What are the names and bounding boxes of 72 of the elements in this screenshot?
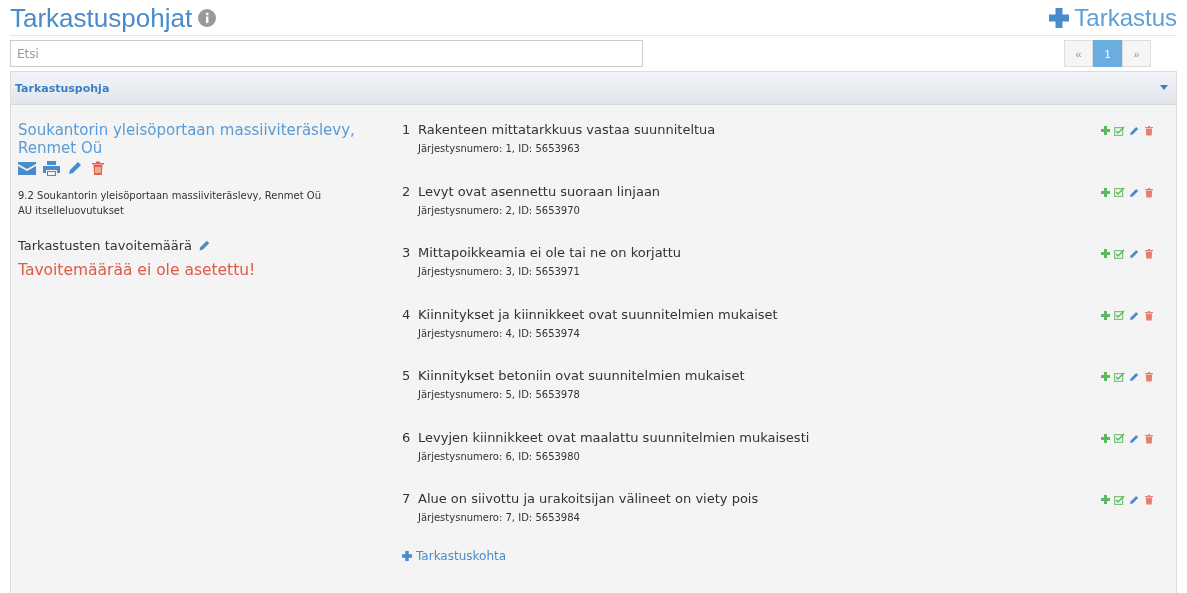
trash-icon[interactable] xyxy=(90,160,106,176)
item-title: Kiinnitykset ja kiinnikkeet ovat suunnitelmien mukaiset xyxy=(418,305,779,324)
checkbox-icon[interactable] xyxy=(1114,248,1125,259)
page-button[interactable]: 1 xyxy=(1093,40,1122,67)
add-item-link[interactable]: Tarkastuskohta xyxy=(402,548,507,563)
plus-icon[interactable] xyxy=(1101,495,1110,504)
panel-header[interactable]: Tarkastuspohja xyxy=(11,72,1176,105)
trash-icon[interactable] xyxy=(1144,248,1154,259)
item-meta: Järjestysnumero: 2, ID: 5653970 xyxy=(418,204,581,216)
pencil-icon[interactable] xyxy=(198,239,212,252)
item-number: 7 xyxy=(402,490,412,508)
plus-icon[interactable] xyxy=(1101,249,1110,258)
item-meta: Järjestysnumero: 4, ID: 5653974 xyxy=(418,327,581,339)
page-button[interactable]: » xyxy=(1122,40,1151,67)
item-title: Rakenteen mittatarkkuus vastaa suunniteltua xyxy=(418,121,717,139)
page-button[interactable]: « xyxy=(1064,40,1093,67)
plus-icon[interactable] xyxy=(1101,187,1110,197)
template-detail: 9.2 Soukantorin yleisöportaan massiiviteräslevy, Renmet Oü xyxy=(18,189,323,203)
item-number: 2 xyxy=(402,182,412,201)
add-inspection-button[interactable]: Tarkastus xyxy=(1049,3,1177,32)
checkbox-icon[interactable] xyxy=(1114,187,1125,197)
item-title: Kiinnitykset betoniin ovat suunnitelmien mukaiset xyxy=(418,367,746,385)
target-warning: Tavoitemäärää ei ole asetettu! xyxy=(18,261,257,279)
pencil-icon[interactable] xyxy=(67,160,83,176)
plus-icon xyxy=(402,550,412,561)
checkbox-icon[interactable] xyxy=(1114,125,1125,136)
caret-down-icon[interactable] xyxy=(1160,85,1168,91)
search-field[interactable]: Etsi xyxy=(10,40,643,67)
page-title: Tarkastuspohjat xyxy=(10,2,193,33)
plus-icon xyxy=(1049,7,1070,28)
item-meta: Järjestysnumero: 6, ID: 5653980 xyxy=(418,450,581,462)
item-meta: Järjestysnumero: 7, ID: 5653984 xyxy=(418,512,581,523)
template-name[interactable]: Soukantorin yleisöportaan massiiviteräslevy, Renmet Oü xyxy=(18,121,381,157)
trash-icon[interactable] xyxy=(1144,432,1154,444)
plus-icon[interactable] xyxy=(1101,310,1110,320)
pencil-icon[interactable] xyxy=(1129,248,1140,259)
trash-icon[interactable] xyxy=(1144,186,1154,198)
checkbox-icon[interactable] xyxy=(1114,433,1125,443)
item-meta: Järjestysnumero: 5, ID: 5653978 xyxy=(418,389,581,400)
item-number: 1 xyxy=(402,121,412,139)
trash-icon[interactable] xyxy=(1144,309,1154,321)
target-label: Tarkastusten tavoitemäärä xyxy=(18,238,193,253)
item-title: Mittapoikkeamia ei ole tai ne on korjattu xyxy=(418,244,683,262)
printer-icon[interactable] xyxy=(43,160,60,176)
trash-icon[interactable] xyxy=(1144,371,1154,382)
pencil-icon[interactable] xyxy=(1129,494,1140,505)
pencil-icon[interactable] xyxy=(1129,432,1140,444)
pencil-icon[interactable] xyxy=(1129,125,1140,136)
pencil-icon[interactable] xyxy=(1129,309,1140,321)
trash-icon[interactable] xyxy=(1144,494,1154,505)
plus-icon[interactable] xyxy=(1101,372,1110,381)
template-detail: AU itselleluovutukset xyxy=(18,204,125,218)
plus-icon[interactable] xyxy=(1101,126,1110,135)
item-number: 3 xyxy=(402,244,412,262)
envelope-icon[interactable] xyxy=(18,161,36,175)
checkbox-icon[interactable] xyxy=(1114,310,1125,320)
item-title: Alue on siivottu ja urakoitsijan välineet on viety pois xyxy=(418,490,760,508)
pencil-icon[interactable] xyxy=(1129,371,1140,382)
plus-icon[interactable] xyxy=(1101,433,1110,443)
item-number: 5 xyxy=(402,367,412,385)
panel-title: Tarkastuspohja xyxy=(15,81,110,95)
item-title: Levyjen kiinnikkeet ovat maalattu suunnitelmien mukaisesti xyxy=(418,428,811,447)
item-number: 4 xyxy=(402,305,412,324)
pencil-icon[interactable] xyxy=(1129,186,1140,198)
trash-icon[interactable] xyxy=(1144,125,1154,136)
item-meta: Järjestysnumero: 1, ID: 5653963 xyxy=(418,143,581,154)
checkbox-icon[interactable] xyxy=(1114,494,1125,505)
checkbox-icon[interactable] xyxy=(1114,371,1125,382)
item-title: Levyt ovat asennettu suoraan linjaan xyxy=(418,182,662,201)
info-icon xyxy=(198,8,217,27)
item-meta: Järjestysnumero: 3, ID: 5653971 xyxy=(418,266,581,277)
item-number: 6 xyxy=(402,428,412,447)
